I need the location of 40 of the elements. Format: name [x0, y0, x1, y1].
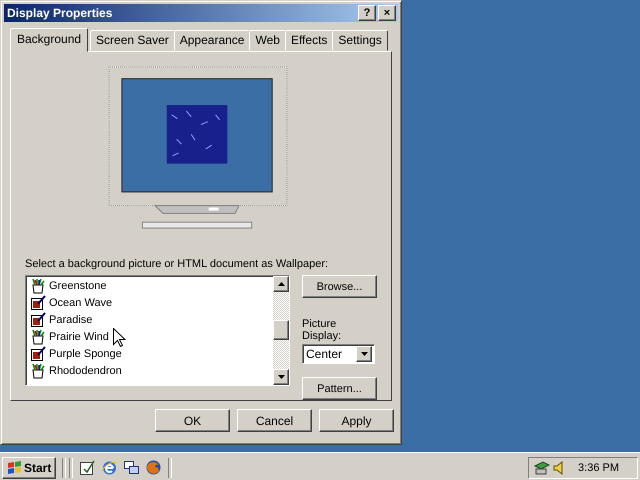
list-item[interactable]: Prairie Wind — [48, 330, 110, 342]
globe-e-icon[interactable] — [101, 459, 118, 476]
tab[interactable]: Appearance — [174, 30, 250, 51]
browse-button[interactable]: Browse... — [302, 275, 377, 298]
tab[interactable]: Effects — [284, 30, 334, 51]
pattern-button[interactable]: Pattern... — [302, 377, 377, 400]
list-item[interactable]: Rhododendron — [48, 364, 123, 376]
clock: 3:36 PM — [578, 462, 619, 474]
close-button[interactable]: × — [378, 5, 396, 21]
document-icon — [30, 312, 46, 328]
tab[interactable]: Web — [249, 30, 286, 51]
desktop-icon[interactable] — [79, 459, 96, 476]
fox-globe-icon[interactable] — [145, 459, 162, 476]
dialog-button[interactable]: Apply — [319, 409, 394, 432]
dialog-button[interactable]: OK — [155, 409, 230, 432]
picture-display-dropdown[interactable]: Center — [302, 344, 375, 364]
windows-flag-icon — [6, 460, 22, 474]
list-item[interactable]: Paradise — [48, 314, 94, 326]
list-item[interactable]: Ocean Wave — [48, 296, 114, 308]
windows-switch-icon[interactable] — [123, 459, 140, 476]
window-title: Display Properties — [7, 6, 114, 20]
wallpaper-list[interactable]: Greenstone Ocean Wave Paradise Prairie Wind Purple Sponge Rhododendron — [25, 275, 290, 386]
scroll-thumb[interactable] — [273, 320, 289, 340]
mouse-cursor-icon — [113, 328, 126, 348]
paint-bucket-icon — [30, 328, 46, 344]
tab[interactable]: Settings — [332, 30, 388, 51]
dropdown-arrow-icon[interactable] — [360, 352, 368, 356]
tab[interactable]: Screen Saver — [90, 30, 175, 51]
wallpaper-label: Select a background picture or HTML document as Wallpaper: — [25, 258, 330, 270]
scrollbar[interactable] — [273, 276, 289, 385]
start-button[interactable]: Start — [2, 456, 56, 478]
help-button[interactable]: ? — [358, 5, 376, 21]
paint-bucket-icon — [30, 362, 46, 378]
dialog-button[interactable]: Cancel — [237, 409, 312, 432]
list-item[interactable]: Greenstone — [48, 280, 108, 292]
list-item[interactable]: Purple Sponge — [48, 348, 123, 360]
paint-bucket-icon — [30, 278, 46, 294]
tab[interactable]: Background — [10, 28, 88, 52]
picture-display-label: Picture Display: — [302, 318, 342, 342]
network-computer-icon[interactable] — [533, 460, 550, 476]
